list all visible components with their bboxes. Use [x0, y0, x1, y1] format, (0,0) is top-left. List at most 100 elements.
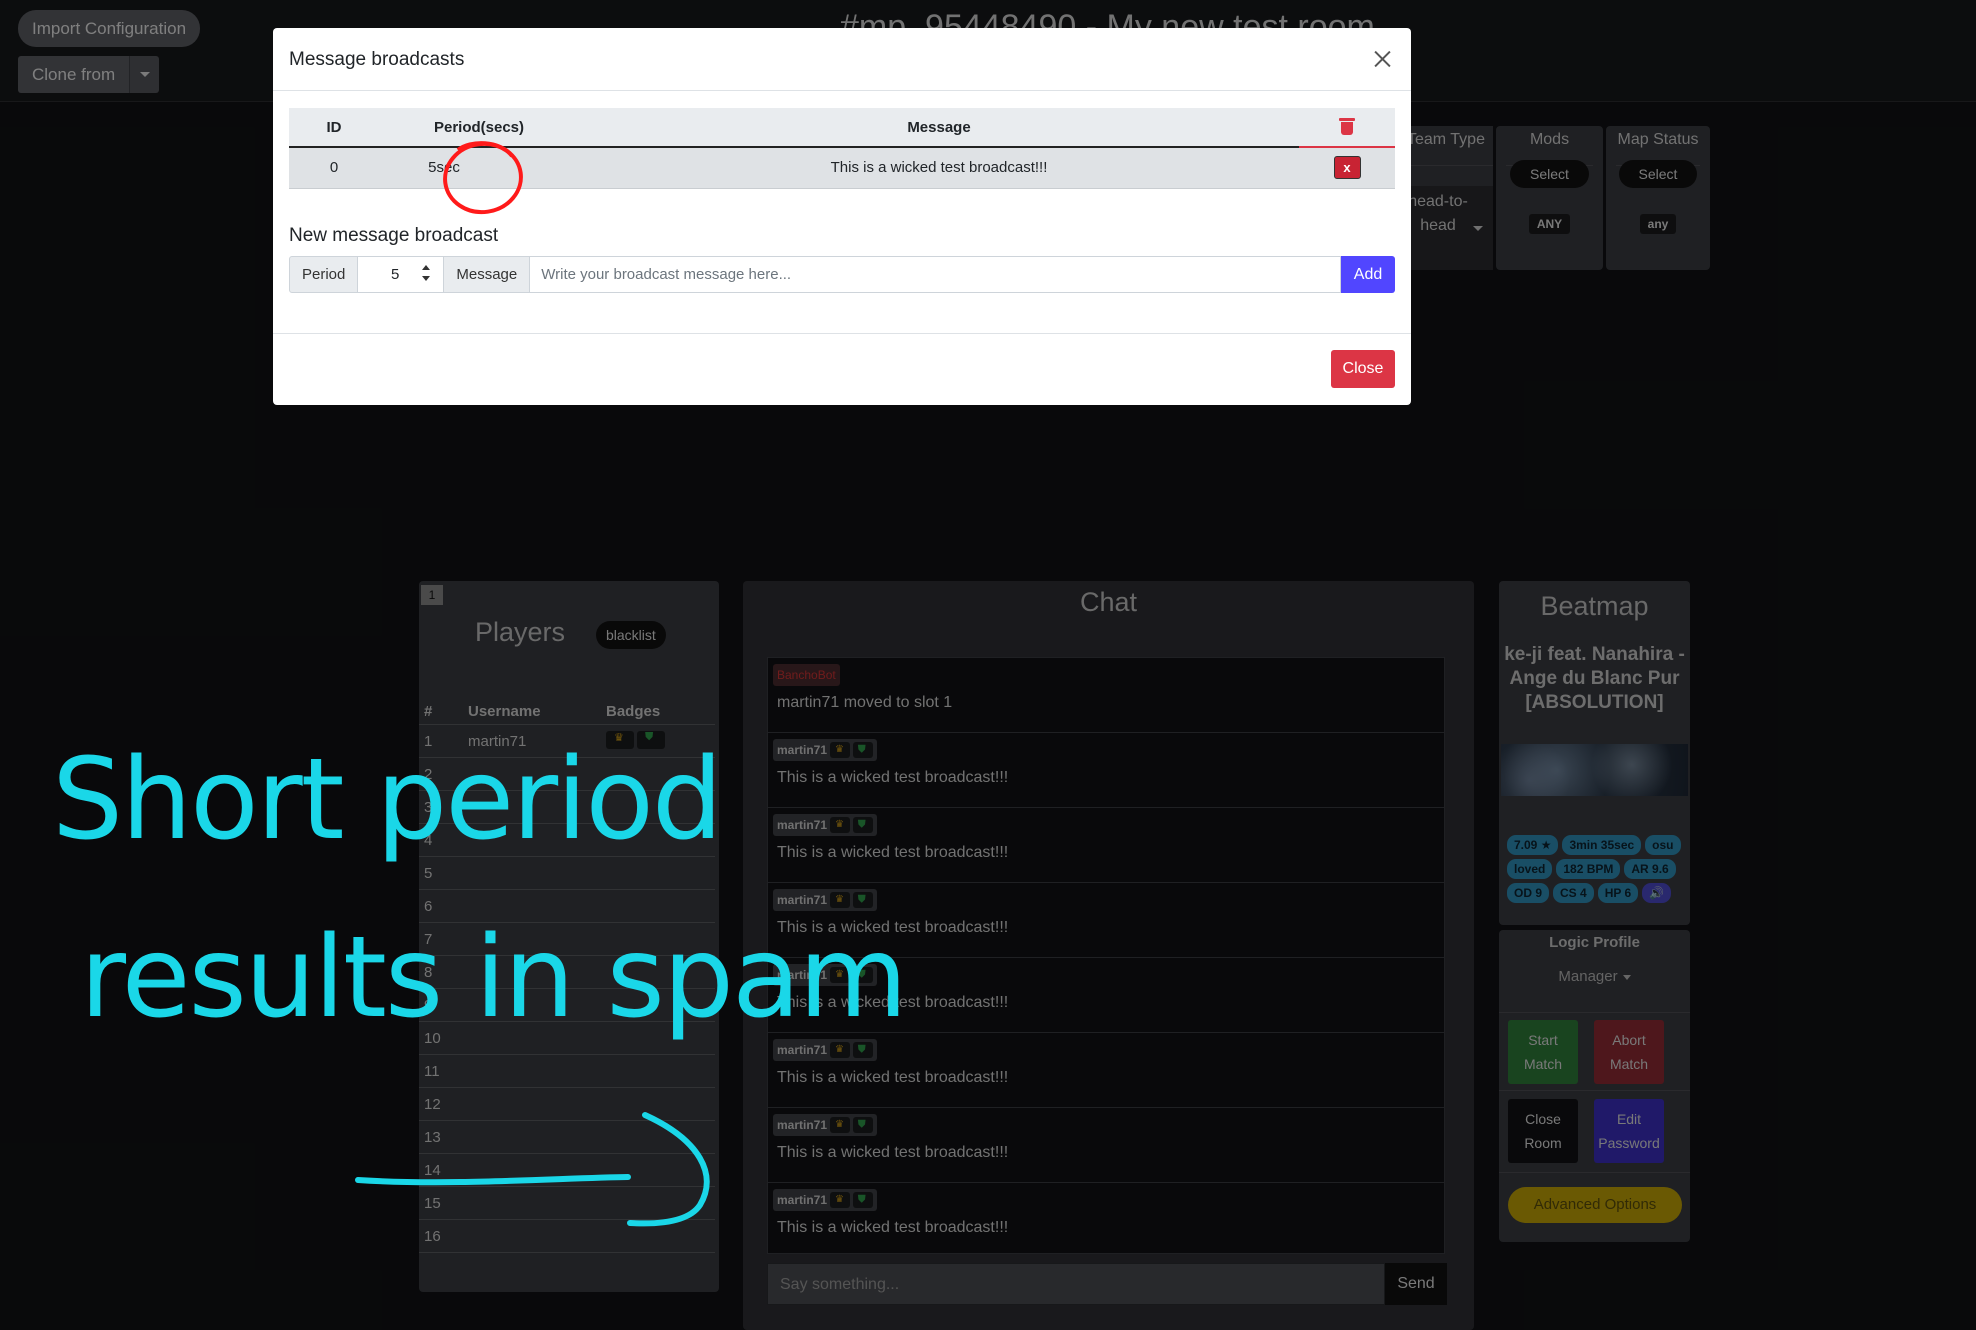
- crown-icon: [830, 1042, 851, 1058]
- table-row[interactable]: 12: [419, 1088, 715, 1121]
- table-row[interactable]: 14: [419, 1154, 715, 1187]
- shield-icon: [853, 1192, 874, 1208]
- send-button[interactable]: Send: [1385, 1263, 1447, 1305]
- table-row[interactable]: 16: [419, 1220, 715, 1253]
- logic-profile-panel: Logic Profile Manager Start Match Abort …: [1499, 930, 1690, 1242]
- shield-icon: [853, 892, 874, 908]
- chat-sender[interactable]: martin71: [773, 1189, 878, 1211]
- chat-input-group: Say something... Send: [767, 1263, 1447, 1305]
- map-status-select-button[interactable]: Select: [1618, 160, 1698, 188]
- table-row[interactable]: 15: [419, 1187, 715, 1220]
- slot-count-badge: 1: [421, 585, 443, 605]
- blacklist-button[interactable]: blacklist: [596, 621, 666, 649]
- chat-message-text: This is a wicked test broadcast!!!: [777, 1069, 1009, 1086]
- table-row[interactable]: 11: [419, 1055, 715, 1088]
- beatmap-cover-image[interactable]: [1501, 744, 1688, 796]
- beatmap-tag: loved: [1507, 859, 1553, 879]
- table-row[interactable]: 13: [419, 1121, 715, 1154]
- close-room-button[interactable]: Close Room: [1508, 1099, 1578, 1163]
- map-status-setting: Map Status Select any: [1606, 126, 1710, 270]
- message-label: Message: [444, 256, 531, 293]
- delete-broadcast-cell: x: [1299, 156, 1395, 179]
- crown-icon: [830, 817, 851, 833]
- number-spinner-icon[interactable]: [422, 265, 431, 285]
- table-row: 0 5sec This is a wicked test broadcast!!…: [289, 148, 1395, 189]
- chat-sender[interactable]: martin71: [773, 1114, 878, 1136]
- import-configuration-button[interactable]: Import Configuration: [18, 10, 201, 47]
- beatmap-tag: 182 BPM: [1556, 859, 1621, 879]
- team-type-header: Team Type: [1403, 126, 1493, 166]
- modal-footer: [273, 333, 1411, 334]
- trash-icon: [1339, 116, 1355, 136]
- add-button[interactable]: Add: [1341, 256, 1395, 293]
- chat-sender[interactable]: martin71: [773, 739, 878, 761]
- team-type-select[interactable]: head-to-head: [1403, 186, 1493, 270]
- abort-match-button[interactable]: Abort Match: [1594, 1020, 1664, 1084]
- period-input[interactable]: 5: [358, 256, 445, 293]
- clone-from-group: Clone from: [18, 56, 160, 93]
- shield-icon: [853, 1117, 874, 1133]
- shield-icon: [853, 742, 874, 758]
- beatmap-tag: OD 9: [1507, 883, 1550, 903]
- players-table-header: # Username Badges: [419, 695, 715, 725]
- player-slot-number: 13: [424, 1129, 441, 1146]
- new-broadcast-title: New message broadcast: [289, 225, 499, 246]
- broadcast-message: This is a wicked test broadcast!!!: [830, 159, 1048, 176]
- chat-message-text: martin71 moved to slot 1: [777, 694, 953, 711]
- list-item: martin71This is a wicked test broadcast!…: [768, 1033, 1444, 1108]
- beatmap-panel: Beatmap ke-ji feat. Nanahira - Ange du B…: [1499, 581, 1690, 925]
- message-input[interactable]: Write your broadcast message here...: [530, 256, 1341, 293]
- list-item: BanchoBot martin71 moved to slot 1: [768, 658, 1444, 733]
- period-value: 5: [391, 266, 400, 283]
- logic-profile-dropdown[interactable]: Manager: [1499, 968, 1690, 985]
- beatmap-tag: osu: [1645, 835, 1681, 855]
- col-header-username: Username: [468, 703, 541, 720]
- message-broadcasts-modal: Message broadcasts ID Period(secs) Messa…: [273, 28, 1411, 405]
- edit-password-button[interactable]: Edit Password: [1594, 1099, 1664, 1163]
- mods-tag: ANY: [1528, 214, 1571, 234]
- start-match-button[interactable]: Start Match: [1508, 1020, 1578, 1084]
- chat-sender[interactable]: martin71: [773, 889, 878, 911]
- audio-preview-icon[interactable]: 🔊: [1642, 883, 1672, 903]
- chat-sender-name: BanchoBot: [777, 668, 836, 682]
- col-header-id: ID: [326, 119, 342, 136]
- col-header-number: #: [424, 703, 433, 720]
- new-broadcast-form: Period 5 Message Write your broadcast me…: [289, 256, 1395, 293]
- list-item: martin71This is a wicked test broadcast!…: [768, 733, 1444, 808]
- team-type-value: head-to-head: [1408, 193, 1468, 234]
- chat-sender-name: martin71: [777, 1118, 828, 1132]
- divider: [1499, 1090, 1690, 1091]
- beatmap-tag: CS 4: [1553, 883, 1594, 903]
- beatmap-song[interactable]: ke-ji feat. Nanahira - Ange du Blanc Pur…: [1501, 643, 1688, 715]
- mods-setting: Mods Select ANY: [1496, 126, 1603, 270]
- close-icon[interactable]: [1367, 44, 1397, 74]
- clone-from-button[interactable]: Clone from: [18, 56, 130, 93]
- crown-icon: [830, 1192, 851, 1208]
- divider: [1499, 1012, 1690, 1013]
- list-item: martin71This is a wicked test broadcast!…: [768, 1183, 1444, 1253]
- close-button[interactable]: Close: [1331, 350, 1395, 388]
- chat-message-text: This is a wicked test broadcast!!!: [777, 1144, 1009, 1161]
- beatmap-tag: 7.09 ★: [1507, 835, 1559, 855]
- delete-broadcast-button[interactable]: x: [1333, 156, 1361, 179]
- chat-sender[interactable]: BanchoBot: [773, 664, 840, 686]
- beatmap-title: Beatmap: [1540, 591, 1649, 621]
- divider: [1499, 1172, 1690, 1173]
- modal-header: Message broadcasts: [273, 28, 1411, 91]
- chat-sender[interactable]: martin71: [773, 814, 878, 836]
- mods-select-button[interactable]: Select: [1510, 160, 1589, 188]
- chat-input[interactable]: Say something...: [767, 1263, 1385, 1305]
- player-slot-number: 11: [424, 1063, 440, 1080]
- delete-all-button[interactable]: [1299, 116, 1395, 140]
- player-slot-number: 16: [424, 1228, 441, 1245]
- broadcasts-table-header: ID Period(secs) Message: [289, 108, 1395, 148]
- beatmap-tags: 7.09 ★ 3min 35sec osu loved 182 BPM AR 9.6 OD …: [1507, 835, 1687, 903]
- chat-sender-name: martin71: [777, 818, 828, 832]
- clone-dropdown-caret-icon[interactable]: [129, 56, 160, 93]
- team-type-caret-icon: [1473, 226, 1483, 231]
- map-status-tag: any: [1639, 214, 1677, 234]
- beatmap-tag: HP 6: [1597, 883, 1639, 903]
- advanced-options-button[interactable]: Advanced Options: [1508, 1187, 1682, 1223]
- broadcast-period: 5sec: [428, 159, 460, 176]
- list-item: martin71 This is a wicked test broadcast!…: [768, 1108, 1444, 1183]
